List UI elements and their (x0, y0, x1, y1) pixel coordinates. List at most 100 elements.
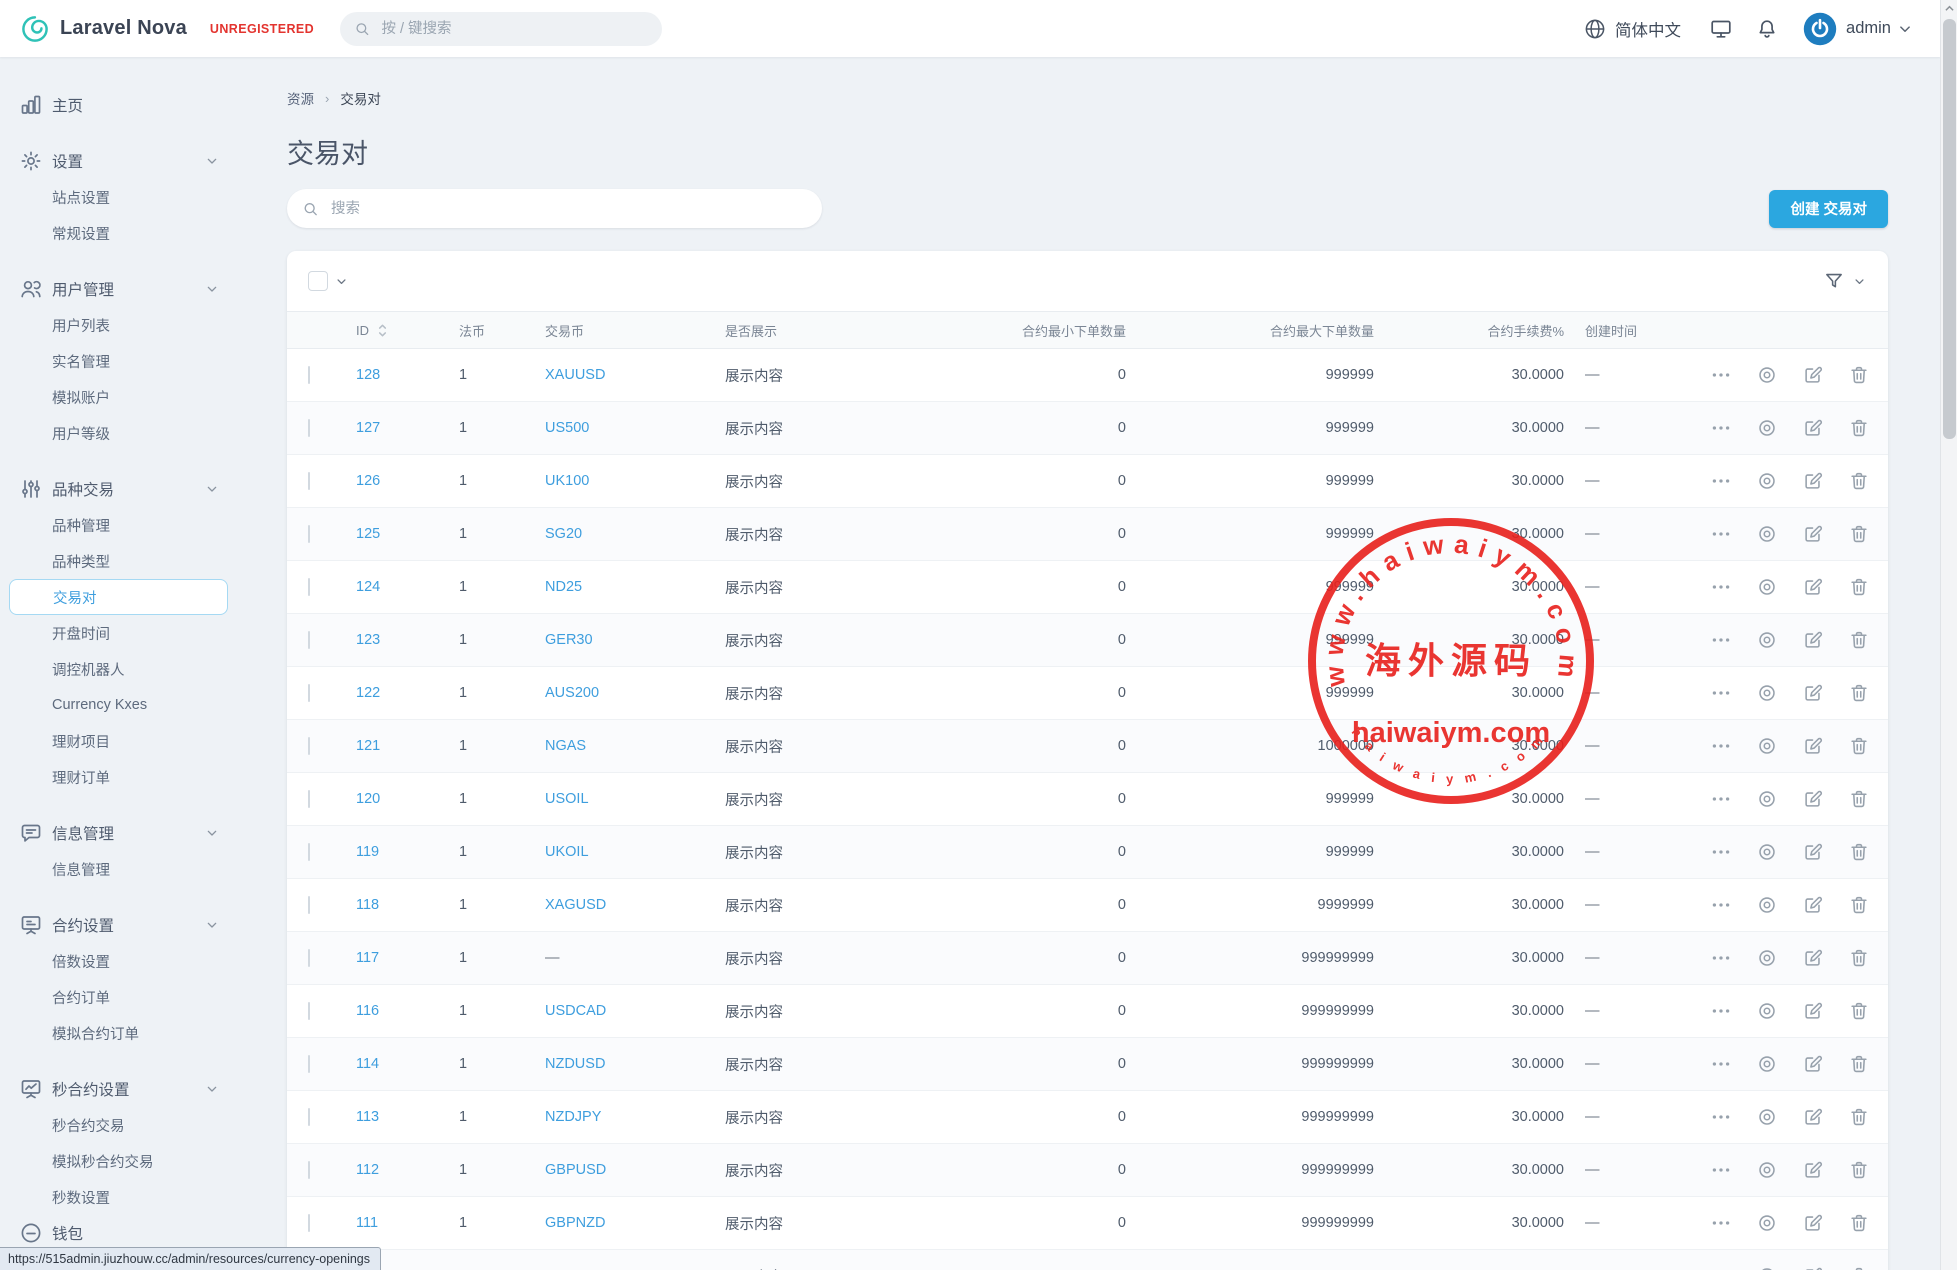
view-icon[interactable] (1756, 841, 1778, 863)
row-checkbox[interactable] (308, 790, 310, 808)
edit-icon[interactable] (1802, 1212, 1824, 1234)
row-checkbox[interactable] (308, 896, 310, 914)
more-actions-icon[interactable] (1710, 1000, 1732, 1022)
sidebar-subitem[interactable]: 品种管理 (0, 507, 262, 543)
sidebar-subitem[interactable]: 秒合约交易 (0, 1107, 262, 1143)
row-id-link[interactable]: 124 (356, 579, 380, 595)
filter-control[interactable] (1823, 270, 1867, 292)
trash-icon[interactable] (1848, 1265, 1870, 1270)
more-actions-icon[interactable] (1710, 1212, 1732, 1234)
row-checkbox[interactable] (308, 949, 310, 967)
more-actions-icon[interactable] (1710, 629, 1732, 651)
sidebar-subitem[interactable]: 理财订单 (0, 759, 262, 795)
row-checkbox[interactable] (308, 419, 310, 437)
more-actions-icon[interactable] (1710, 523, 1732, 545)
edit-icon[interactable] (1802, 364, 1824, 386)
edit-icon[interactable] (1802, 1053, 1824, 1075)
edit-icon[interactable] (1802, 1159, 1824, 1181)
sidebar-subitem[interactable]: Currency Kxes (0, 687, 262, 723)
view-icon[interactable] (1756, 894, 1778, 916)
row-id-link[interactable]: 116 (356, 1003, 379, 1019)
more-actions-icon[interactable] (1710, 470, 1732, 492)
edit-icon[interactable] (1802, 417, 1824, 439)
row-id-link[interactable]: 123 (356, 632, 380, 648)
row-id-link[interactable]: 113 (356, 1109, 379, 1125)
row-symbol-link[interactable]: SG20 (545, 526, 582, 542)
row-checkbox[interactable] (308, 1214, 310, 1232)
trash-icon[interactable] (1848, 1159, 1870, 1181)
row-symbol-link[interactable]: UK100 (545, 473, 589, 489)
view-icon[interactable] (1756, 947, 1778, 969)
row-id-link[interactable]: 119 (356, 844, 379, 860)
trash-icon[interactable] (1848, 364, 1870, 386)
trash-icon[interactable] (1848, 947, 1870, 969)
sidebar-subitem[interactable]: 模拟秒合约交易 (0, 1143, 262, 1179)
edit-icon[interactable] (1802, 841, 1824, 863)
bell-icon[interactable] (1755, 17, 1779, 41)
chevron-down-icon[interactable] (334, 274, 349, 289)
view-icon[interactable] (1756, 1106, 1778, 1128)
row-id-link[interactable]: 126 (356, 473, 380, 489)
row-symbol-link[interactable]: UKOIL (545, 844, 589, 860)
row-symbol-link[interactable]: GBPUSD (545, 1162, 606, 1178)
scrollbar-thumb[interactable] (1943, 19, 1956, 439)
row-checkbox[interactable] (308, 631, 310, 649)
trash-icon[interactable] (1848, 629, 1870, 651)
row-symbol-link[interactable]: GER30 (545, 632, 593, 648)
sidebar-group-heading[interactable]: 设置 (0, 143, 262, 179)
view-icon[interactable] (1756, 735, 1778, 757)
view-icon[interactable] (1756, 1053, 1778, 1075)
breadcrumb-parent[interactable]: 资源 (287, 88, 314, 108)
sidebar-subitem[interactable]: 理财项目 (0, 723, 262, 759)
sidebar-subitem[interactable]: 交易对 (9, 579, 228, 615)
row-checkbox[interactable] (308, 737, 310, 755)
view-icon[interactable] (1756, 629, 1778, 651)
sort-icon[interactable] (376, 323, 389, 338)
more-actions-icon[interactable] (1710, 417, 1732, 439)
trash-icon[interactable] (1848, 417, 1870, 439)
trash-icon[interactable] (1848, 735, 1870, 757)
sidebar-subitem[interactable]: 用户等级 (0, 415, 262, 451)
sidebar-subitem[interactable]: 常规设置 (0, 215, 262, 251)
sidebar-group-heading[interactable]: 品种交易 (0, 471, 262, 507)
language-switcher[interactable]: 简体中文 (1583, 17, 1681, 41)
more-actions-icon[interactable] (1710, 788, 1732, 810)
more-actions-icon[interactable] (1710, 1106, 1732, 1128)
row-id-link[interactable]: 128 (356, 367, 380, 383)
view-icon[interactable] (1756, 576, 1778, 598)
trash-icon[interactable] (1848, 894, 1870, 916)
trash-icon[interactable] (1848, 1053, 1870, 1075)
row-id-link[interactable]: 122 (356, 685, 380, 701)
trash-icon[interactable] (1848, 1000, 1870, 1022)
row-id-link[interactable]: 121 (356, 738, 380, 754)
row-id-link[interactable]: 127 (356, 420, 380, 436)
row-symbol-link[interactable]: ND25 (545, 579, 582, 595)
row-symbol-link[interactable]: AUS200 (545, 685, 599, 701)
row-symbol-link[interactable]: USOIL (545, 791, 589, 807)
trash-icon[interactable] (1848, 682, 1870, 704)
global-search-input[interactable] (379, 20, 648, 38)
sidebar-subitem[interactable]: 倍数设置 (0, 943, 262, 979)
resource-search-input[interactable] (329, 200, 807, 218)
row-id-link[interactable]: 112 (356, 1162, 379, 1178)
row-checkbox[interactable] (308, 472, 310, 490)
row-symbol-link[interactable]: NZDUSD (545, 1056, 605, 1072)
more-actions-icon[interactable] (1710, 841, 1732, 863)
more-actions-icon[interactable] (1710, 1265, 1732, 1270)
edit-icon[interactable] (1802, 576, 1824, 598)
vertical-scrollbar[interactable] (1940, 0, 1957, 1270)
sidebar-group-heading[interactable]: 用户管理 (0, 271, 262, 307)
view-icon[interactable] (1756, 523, 1778, 545)
trash-icon[interactable] (1848, 788, 1870, 810)
trash-icon[interactable] (1848, 1212, 1870, 1234)
row-id-link[interactable]: 120 (356, 791, 380, 807)
more-actions-icon[interactable] (1710, 1159, 1732, 1181)
sidebar-subitem[interactable]: 站点设置 (0, 179, 262, 215)
sidebar-group-heading[interactable]: 信息管理 (0, 815, 262, 851)
row-id-link[interactable]: 118 (356, 897, 379, 913)
row-checkbox[interactable] (308, 1108, 310, 1126)
view-icon[interactable] (1756, 364, 1778, 386)
view-icon[interactable] (1756, 682, 1778, 704)
more-actions-icon[interactable] (1710, 894, 1732, 916)
sidebar-item[interactable]: 主页 (0, 87, 262, 123)
